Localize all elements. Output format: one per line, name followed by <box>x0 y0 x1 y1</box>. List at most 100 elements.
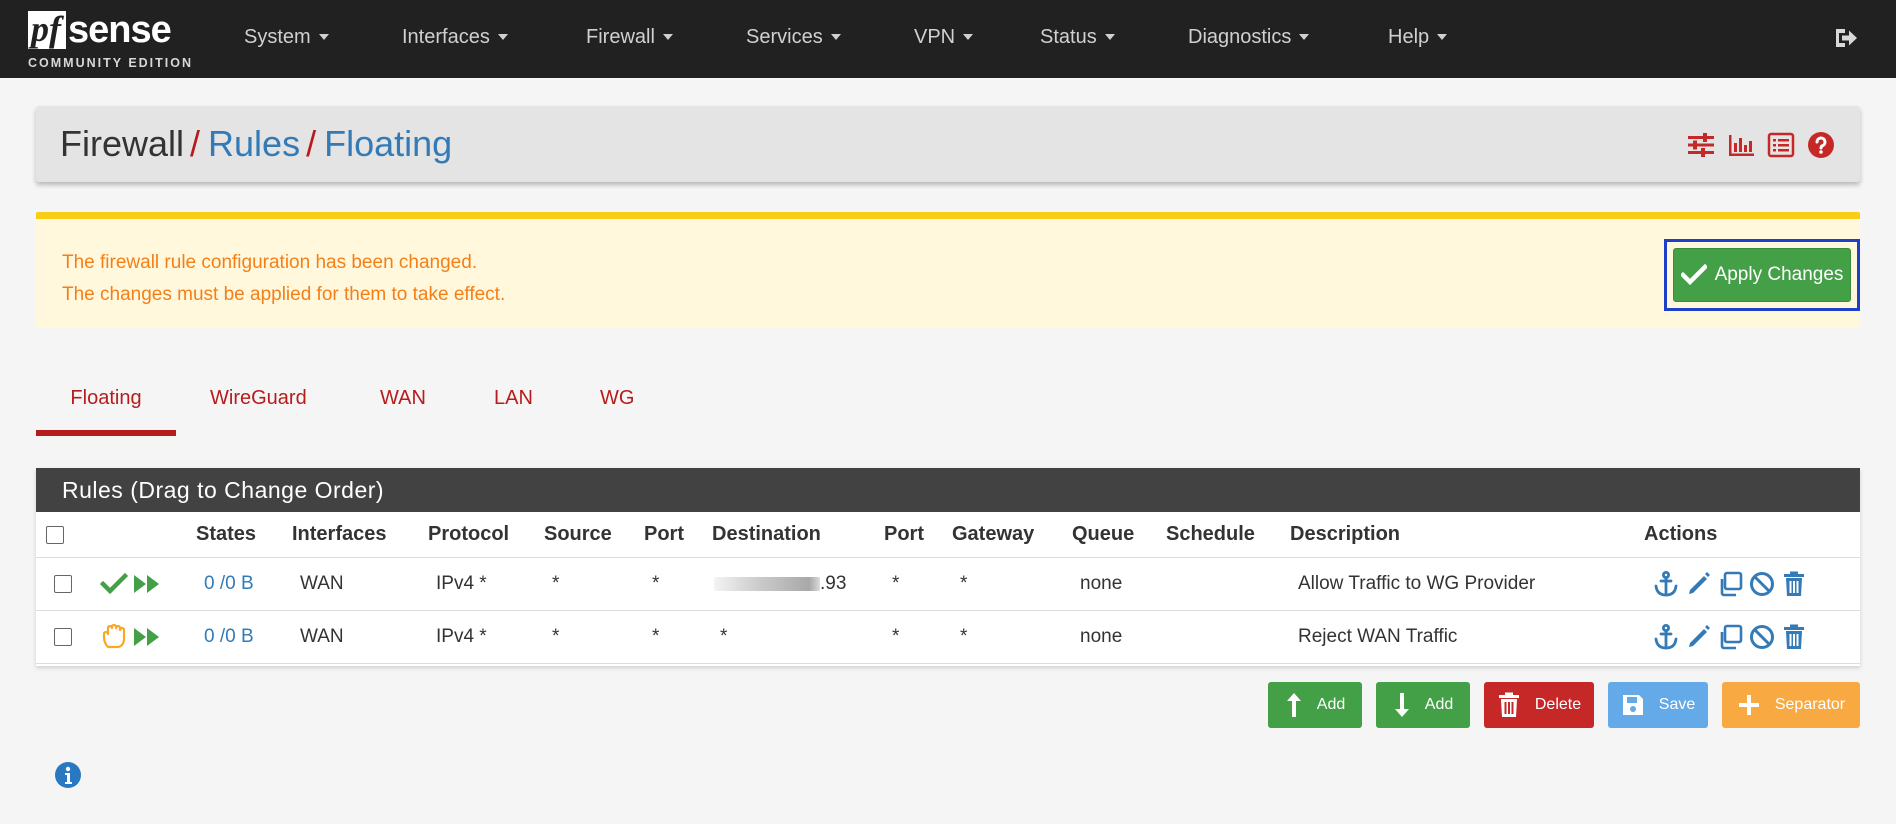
logo-sense: sense <box>68 9 172 51</box>
row-destination-value: .93 <box>820 573 847 594</box>
rule-status-icons <box>100 611 162 663</box>
nav-status[interactable]: Status <box>1040 0 1115 78</box>
list-icon[interactable] <box>1766 130 1796 160</box>
row-queue: none <box>1080 573 1123 594</box>
apply-changes-button[interactable]: Apply Changes <box>1673 248 1851 302</box>
save-button[interactable]: Save <box>1608 682 1708 728</box>
caret-down-icon <box>1437 34 1448 40</box>
row-dest-port: * <box>892 573 900 594</box>
nav-interfaces-label: Interfaces <box>402 26 490 48</box>
add-rule-bottom-button[interactable]: Add <box>1376 682 1470 728</box>
tab-wan-label: WAN <box>380 387 426 409</box>
tab-wan[interactable]: WAN <box>380 370 426 436</box>
select-all-checkbox[interactable] <box>46 525 64 544</box>
col-states[interactable]: States <box>196 512 256 557</box>
col-source[interactable]: Source <box>544 512 612 557</box>
caret-down-icon <box>318 34 329 40</box>
pencil-icon[interactable] <box>1684 570 1712 598</box>
col-queue[interactable]: Queue <box>1072 512 1134 557</box>
breadcrumb-rules-link[interactable]: Rules <box>208 123 300 164</box>
nav-firewall[interactable]: Firewall <box>586 0 673 78</box>
copy-icon[interactable] <box>1716 623 1744 651</box>
plus-icon <box>1738 695 1759 715</box>
nav-vpn[interactable]: VPN <box>914 0 974 78</box>
alert-line-2: The changes must be applied for them to … <box>62 284 506 305</box>
disable-ban-icon[interactable] <box>1748 623 1776 651</box>
col-schedule[interactable]: Schedule <box>1166 512 1255 557</box>
pfsense-logo[interactable]: pf sense COMMUNITY EDITION <box>28 6 200 74</box>
info-circle-icon[interactable] <box>54 761 82 789</box>
add-separator-button[interactable]: Separator <box>1722 682 1860 728</box>
add-rule-top-button[interactable]: Add <box>1268 682 1362 728</box>
tab-wireguard[interactable]: WireGuard <box>210 370 307 436</box>
pass-check-icon[interactable] <box>100 572 128 596</box>
col-description[interactable]: Description <box>1290 512 1400 557</box>
trash-icon[interactable] <box>1780 570 1808 598</box>
apply-changes-label: Apply Changes <box>1714 264 1844 285</box>
row-actions <box>1652 611 1808 663</box>
tab-wg[interactable]: WG <box>600 370 634 436</box>
nav-vpn-label: VPN <box>914 26 956 48</box>
row-checkbox-cell <box>54 558 72 610</box>
row-destination: * <box>720 626 728 647</box>
add-bottom-label: Add <box>1424 696 1454 713</box>
pencil-icon[interactable] <box>1684 623 1712 651</box>
row-protocol: IPv4 * <box>436 626 487 647</box>
nav-status-label: Status <box>1040 26 1097 48</box>
row-description: Reject WAN Traffic <box>1298 626 1458 647</box>
tab-floating[interactable]: Floating <box>36 370 176 436</box>
row-states[interactable]: 0 /0 B <box>204 558 254 610</box>
nav-services[interactable]: Services <box>746 0 841 78</box>
rules-panel-title: Rules (Drag to Change Order) <box>36 468 1860 512</box>
row-checkbox[interactable] <box>54 575 72 593</box>
breadcrumb-panel: Firewall / Rules / Floating <box>36 106 1860 182</box>
nav-system-label: System <box>244 26 311 48</box>
nav-services-label: Services <box>746 26 823 48</box>
caret-down-icon <box>963 34 974 40</box>
row-source-port: * <box>652 626 660 647</box>
breadcrumb-separator: / <box>306 123 317 164</box>
row-actions <box>1652 558 1808 610</box>
col-interfaces[interactable]: Interfaces <box>292 512 387 557</box>
bar-chart-icon[interactable] <box>1726 130 1756 160</box>
sliders-icon[interactable] <box>1686 130 1716 160</box>
trash-icon <box>1498 692 1519 717</box>
separator-label: Separator <box>1774 696 1846 713</box>
sign-out-icon[interactable] <box>1832 24 1860 52</box>
reject-hand-icon[interactable] <box>100 623 128 651</box>
table-header-row: States Interfaces Protocol Source Port D… <box>36 512 1860 558</box>
tab-lan[interactable]: LAN <box>494 370 533 436</box>
select-all-cell <box>46 512 64 557</box>
row-states[interactable]: 0 /0 B <box>204 611 254 663</box>
trash-icon[interactable] <box>1780 623 1808 651</box>
breadcrumb-floating-link[interactable]: Floating <box>324 123 452 164</box>
col-protocol[interactable]: Protocol <box>428 512 509 557</box>
row-checkbox-cell <box>54 611 72 663</box>
col-dest-port[interactable]: Port <box>884 512 924 557</box>
add-top-label: Add <box>1316 696 1346 713</box>
table-row[interactable]: 0 /0 B WAN IPv4 * * * .93 * * none Allow… <box>36 558 1860 611</box>
nav-system[interactable]: System <box>244 0 329 78</box>
col-source-port[interactable]: Port <box>644 512 684 557</box>
breadcrumb: Firewall / Rules / Floating <box>60 106 452 182</box>
nav-diagnostics[interactable]: Diagnostics <box>1188 0 1310 78</box>
nav-interfaces[interactable]: Interfaces <box>402 0 508 78</box>
delete-rules-button[interactable]: Delete <box>1484 682 1594 728</box>
nav-help[interactable]: Help <box>1388 0 1448 78</box>
disable-ban-icon[interactable] <box>1748 570 1776 598</box>
anchor-icon[interactable] <box>1652 570 1680 598</box>
caret-down-icon <box>497 34 508 40</box>
row-queue: none <box>1080 626 1123 647</box>
alert-line-1: The firewall rule configuration has been… <box>62 252 478 273</box>
row-dest-port: * <box>892 626 900 647</box>
row-checkbox[interactable] <box>54 628 72 646</box>
copy-icon[interactable] <box>1716 570 1744 598</box>
table-row[interactable]: 0 /0 B WAN IPv4 * * * * * * none Reject … <box>36 611 1860 664</box>
check-icon <box>1680 264 1707 286</box>
row-source: * <box>552 626 560 647</box>
delete-label: Delete <box>1534 696 1582 713</box>
col-gateway[interactable]: Gateway <box>952 512 1034 557</box>
question-circle-icon[interactable] <box>1806 130 1836 160</box>
col-destination[interactable]: Destination <box>712 512 821 557</box>
anchor-icon[interactable] <box>1652 623 1680 651</box>
